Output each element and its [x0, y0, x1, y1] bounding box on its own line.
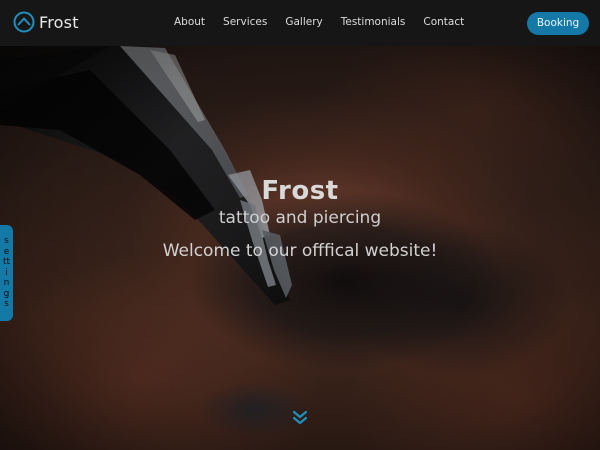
- settings-tab-label: settings: [2, 236, 11, 310]
- brand-logo[interactable]: Frost: [13, 11, 79, 33]
- booking-button[interactable]: Booking: [527, 12, 589, 35]
- nav-link-about[interactable]: About: [174, 16, 205, 28]
- nav-link-contact[interactable]: Contact: [423, 16, 464, 28]
- nav-link-services[interactable]: Services: [223, 16, 267, 28]
- brand-name: Frost: [39, 12, 79, 32]
- hero-subtitle: tattoo and piercing: [218, 208, 382, 228]
- hero-title: Frost: [261, 176, 339, 206]
- nav-link-testimonials[interactable]: Testimonials: [341, 16, 406, 28]
- settings-tab[interactable]: settings: [0, 225, 13, 321]
- nav-link-gallery[interactable]: Gallery: [285, 16, 322, 28]
- hero-welcome-text: Welcome to our offfical website!: [162, 241, 438, 261]
- house-outline-icon: [13, 11, 35, 33]
- main-nav: About Services Gallery Testimonials Cont…: [174, 16, 482, 28]
- top-navbar: Frost About Services Gallery Testimonial…: [0, 0, 600, 46]
- double-chevron-down-icon[interactable]: [290, 409, 310, 427]
